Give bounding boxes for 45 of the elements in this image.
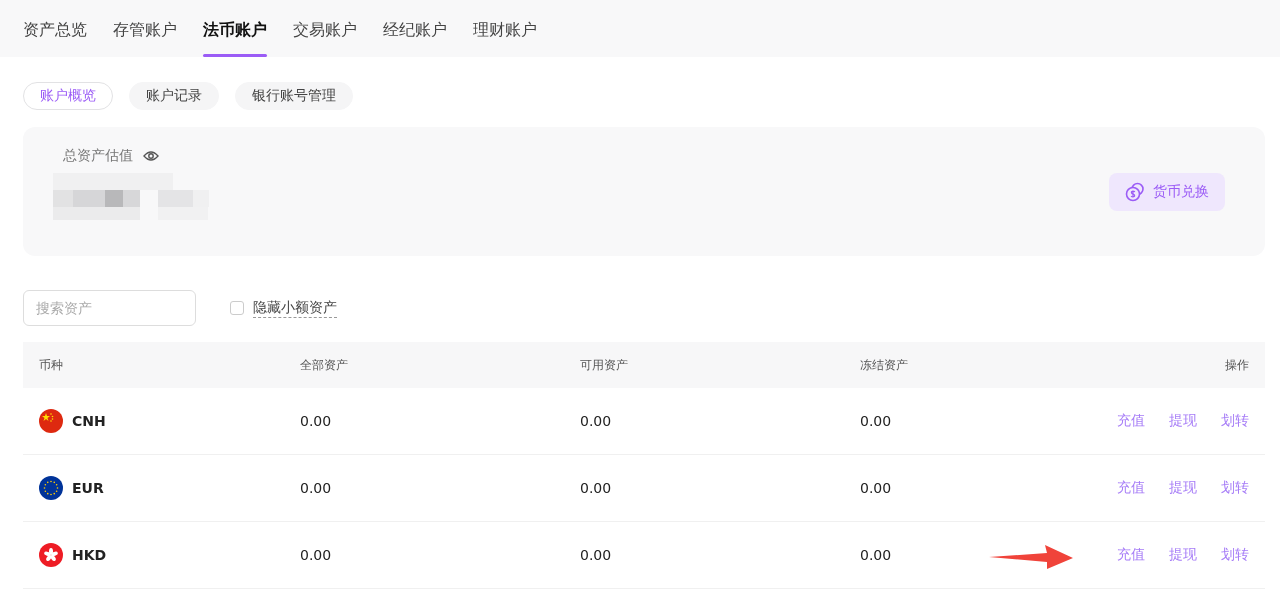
- table-cell: 0.00: [300, 547, 332, 563]
- column-header: 冻结资产: [860, 357, 908, 372]
- table-cell: 0.00: [580, 547, 612, 563]
- table-cell: 0.00: [580, 480, 612, 496]
- table-cell: 0.00: [300, 413, 332, 429]
- hong-kong-flag-icon: [39, 543, 63, 567]
- nav-tab[interactable]: 资产总览: [23, 0, 87, 57]
- action-link[interactable]: 提现: [1169, 546, 1197, 564]
- currency-exchange-button[interactable]: 货币兑换: [1109, 172, 1225, 211]
- nav-tab[interactable]: 法币账户: [203, 0, 267, 57]
- column-header: 可用资产: [580, 357, 628, 372]
- action-link[interactable]: 提现: [1169, 412, 1197, 430]
- action-link[interactable]: 充值: [1117, 412, 1145, 430]
- coins-icon: [1125, 181, 1145, 202]
- search-field[interactable]: 搜索资产: [23, 290, 196, 326]
- currency-code: EUR: [72, 480, 104, 496]
- action-link[interactable]: 充值: [1117, 479, 1145, 497]
- action-link[interactable]: 划转: [1221, 479, 1249, 497]
- nav-tab[interactable]: 经纪账户: [383, 0, 447, 57]
- currency-code: HKD: [72, 547, 107, 563]
- currency-code: CNH: [72, 413, 106, 429]
- sub-tab[interactable]: 账户记录: [129, 82, 219, 110]
- column-header: 全部资产: [300, 357, 348, 372]
- checkbox[interactable]: [230, 301, 244, 315]
- action-link[interactable]: 充值: [1117, 546, 1145, 564]
- action-link[interactable]: 提现: [1169, 479, 1197, 497]
- column-header: 操作: [1225, 357, 1249, 372]
- action-link[interactable]: 划转: [1221, 546, 1249, 564]
- eu-flag-icon: [39, 476, 63, 500]
- nav-tab[interactable]: 理财账户: [473, 0, 537, 57]
- nav-tab[interactable]: 存管账户: [113, 0, 177, 57]
- checkbox-label[interactable]: 隐藏小额资产: [253, 298, 337, 318]
- sub-tab[interactable]: 账户概览: [23, 82, 113, 110]
- table-cell: 0.00: [300, 480, 332, 496]
- nav-tab[interactable]: 交易账户: [293, 0, 357, 57]
- china-flag-icon: [39, 409, 63, 433]
- column-header: 币种: [39, 357, 63, 372]
- table-cell: 0.00: [860, 480, 892, 496]
- eye-icon[interactable]: [143, 149, 159, 162]
- table-cell: 0.00: [860, 547, 892, 563]
- total-assets-label: 总资产估值: [63, 146, 133, 165]
- table-cell: 0.00: [860, 413, 892, 429]
- sub-tab[interactable]: 银行账号管理: [235, 82, 353, 110]
- table-cell: 0.00: [580, 413, 612, 429]
- action-link[interactable]: 划转: [1221, 412, 1249, 430]
